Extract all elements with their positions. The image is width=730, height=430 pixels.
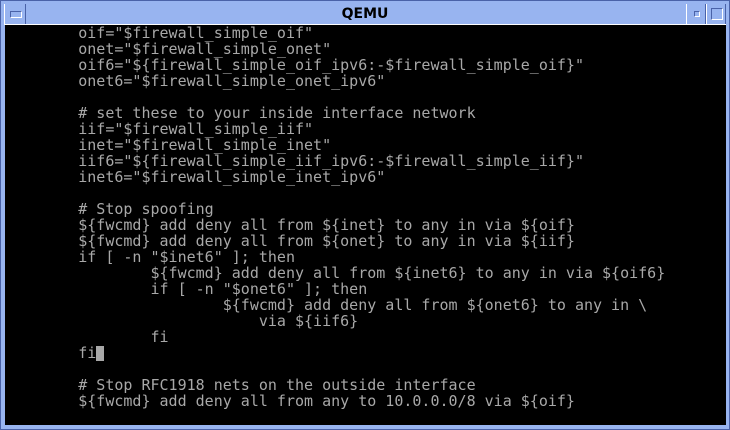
qemu-window: QEMU oif="$firewall_simple_oif" onet="$f… — [0, 0, 730, 430]
terminal-line: # set these to your inside interface net… — [6, 105, 665, 121]
terminal-line: fi — [6, 345, 665, 361]
terminal-line: ${fwcmd} add deny all from ${onet6} to a… — [6, 297, 665, 313]
terminal-line: via ${iif6} — [6, 313, 665, 329]
terminal-line: # Stop RFC1918 nets on the outside inter… — [6, 377, 665, 393]
terminal-line: inet="$firewall_simple_inet" — [6, 137, 665, 153]
terminal-line: # Stop spoofing — [6, 201, 665, 217]
terminal-line-text: onet6="$firewall_simple_onet_ipv6" — [6, 72, 386, 90]
terminal-text: oif="$firewall_simple_oif" onet="$firewa… — [6, 25, 665, 409]
terminal-line: ${fwcmd} add deny all from ${onet} to an… — [6, 233, 665, 249]
maximize-button[interactable] — [706, 4, 726, 24]
terminal-line: iif6="${firewall_simple_iif_ipv6:-$firew… — [6, 153, 665, 169]
terminal-line: if [ -n "$onet6" ]; then — [6, 281, 665, 297]
terminal-line: oif="$firewall_simple_oif" — [6, 25, 665, 41]
text-cursor — [96, 346, 105, 361]
vm-screen[interactable]: oif="$firewall_simple_oif" onet="$firewa… — [5, 25, 726, 425]
title-bar[interactable]: QEMU — [4, 4, 726, 25]
terminal-line-text: ${fwcmd} add deny all from any to 10.0.0… — [6, 392, 575, 410]
terminal-line-text: inet6="$firewall_simple_inet_ipv6" — [6, 168, 386, 186]
terminal-line: onet6="$firewall_simple_onet_ipv6" — [6, 73, 665, 89]
terminal-line: ${fwcmd} add deny all from ${inet6} to a… — [6, 265, 665, 281]
iconify-icon — [694, 11, 700, 17]
maximize-icon — [711, 8, 723, 20]
terminal-line: iif="$firewall_simple_iif" — [6, 121, 665, 137]
terminal-line: fi — [6, 329, 665, 345]
terminal-line: ${fwcmd} add deny all from ${inet} to an… — [6, 217, 665, 233]
terminal-line: if [ -n "$inet6" ]; then — [6, 249, 665, 265]
terminal-line: ${fwcmd} add deny all from any to 10.0.0… — [6, 393, 665, 409]
terminal-line-text: fi — [6, 344, 97, 362]
terminal-line: onet="$firewall_simple_onet" — [6, 41, 665, 57]
window-title: QEMU — [341, 6, 389, 22]
terminal-line: inet6="$firewall_simple_inet_ipv6" — [6, 169, 665, 185]
iconify-button[interactable] — [686, 4, 706, 24]
terminal-line: oif6="${firewall_simple_oif_ipv6:-$firew… — [6, 57, 665, 73]
